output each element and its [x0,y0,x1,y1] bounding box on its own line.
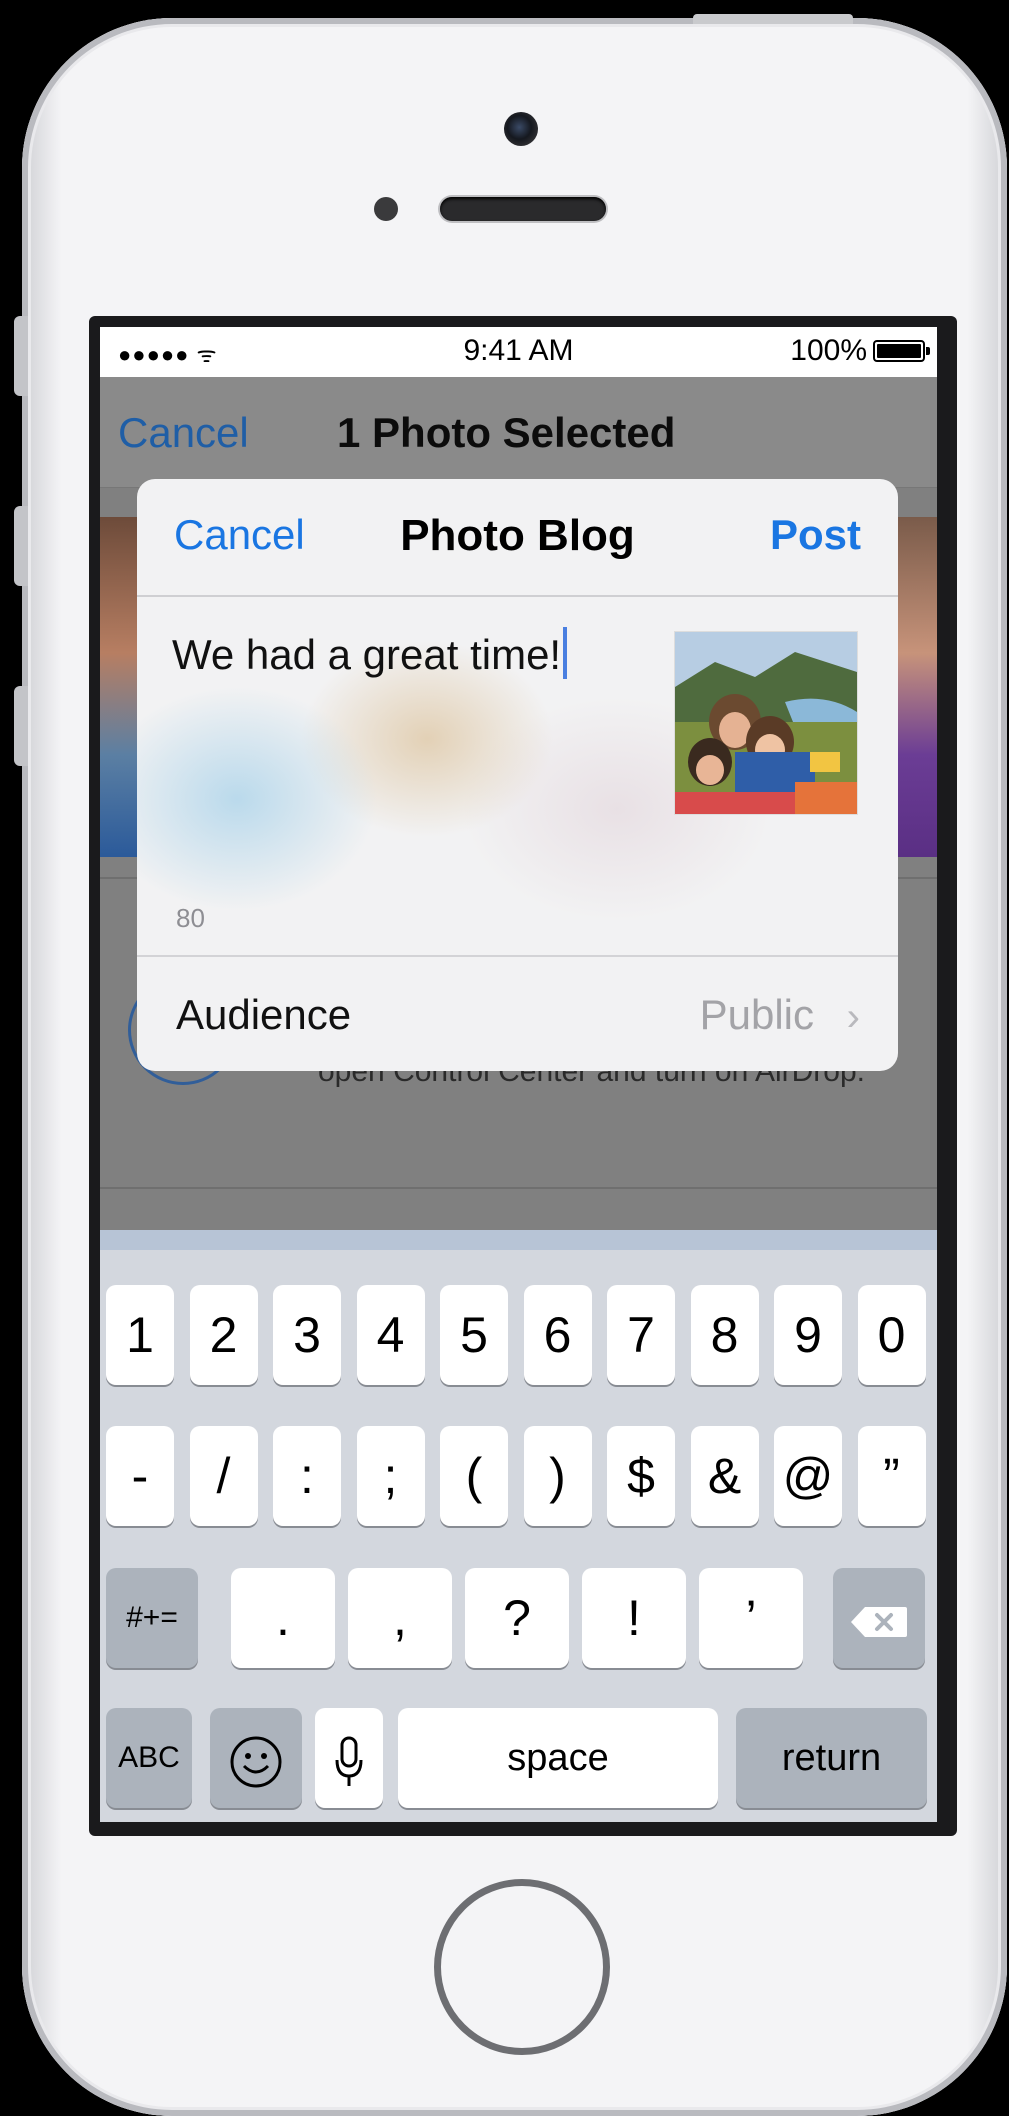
screen: ●●●●● ᯤ 9:41 AM 100% Cancel 1 Photo Sele… [100,327,937,1822]
key-5[interactable]: 5 [440,1285,508,1385]
photo-image [675,632,857,814]
chevron-right-icon[interactable]: › [847,995,860,1040]
abc-key[interactable]: ABC [106,1708,192,1808]
status-bar: ●●●●● ᯤ 9:41 AM 100% [100,327,937,377]
keyboard: 1234567890 -/:;()$&@” #+= .,?!’ ABC [100,1230,937,1822]
background-nav-bar: Cancel 1 Photo Selected [100,377,937,488]
key-8[interactable]: 8 [690,1285,759,1385]
symbol-key[interactable]: $ [607,1426,675,1526]
delete-key[interactable] [833,1568,925,1668]
symbols-toggle-key[interactable]: #+= [106,1568,198,1668]
volume-up-button [14,506,28,586]
divider [100,1187,937,1189]
symbol-key[interactable]: / [189,1426,258,1526]
space-key[interactable]: space [398,1708,718,1808]
background-cancel-button: Cancel [118,409,249,456]
dictation-key[interactable] [315,1708,383,1808]
symbol-key[interactable]: ” [857,1426,926,1526]
compose-sheet: Cancel Photo Blog Post We had a great ti… [137,479,898,1071]
keyboard-top-strip [100,1230,937,1250]
power-button [693,14,853,24]
key-3[interactable]: 3 [273,1285,341,1385]
proximity-sensor [374,197,398,221]
text-cursor [563,627,568,679]
symbol-key[interactable]: ; [356,1426,425,1526]
key-6[interactable]: 6 [523,1285,592,1385]
battery-icon [873,340,930,362]
symbol-key[interactable]: - [106,1426,174,1526]
key-2[interactable]: 2 [189,1285,258,1385]
front-camera [504,112,538,146]
key-4[interactable]: 4 [356,1285,425,1385]
audience-label[interactable]: Audience [176,991,351,1039]
key-1[interactable]: 1 [106,1285,174,1385]
symbol-key[interactable]: & [690,1426,759,1526]
volume-down-button [14,686,28,766]
symbol-key[interactable]: : [273,1426,341,1526]
divider [137,595,898,597]
message-text: We had a great time! [172,631,562,678]
symbol-key[interactable]: ( [440,1426,508,1526]
character-count: 80 [176,903,205,933]
punctuation-key[interactable]: ’ [699,1568,803,1668]
symbol-key[interactable]: ) [523,1426,592,1526]
background-photo-left [100,517,140,857]
return-key[interactable]: return [736,1708,927,1808]
punctuation-key[interactable]: ? [465,1568,569,1668]
home-button[interactable] [434,1879,610,2055]
post-button[interactable]: Post [770,511,861,559]
divider [137,955,898,957]
mute-switch [14,316,28,396]
emoji-key[interactable] [210,1708,302,1808]
audience-value[interactable]: Public [700,991,814,1039]
attached-photo-thumbnail[interactable] [674,631,858,815]
message-input[interactable]: We had a great time! [172,627,568,679]
microphone-icon [335,1736,363,1786]
key-9[interactable]: 9 [774,1285,842,1385]
delete-icon [851,1606,907,1637]
earpiece-speaker [440,197,606,221]
symbol-key[interactable]: @ [774,1426,842,1526]
key-7[interactable]: 7 [607,1285,675,1385]
punctuation-key[interactable]: , [348,1568,452,1668]
punctuation-key[interactable]: . [231,1568,335,1668]
background-title: 1 Photo Selected [337,409,676,456]
emoji-icon [230,1736,282,1788]
punctuation-key[interactable]: ! [582,1568,686,1668]
battery-percent: 100% [790,334,867,367]
key-10[interactable]: 0 [857,1285,926,1385]
